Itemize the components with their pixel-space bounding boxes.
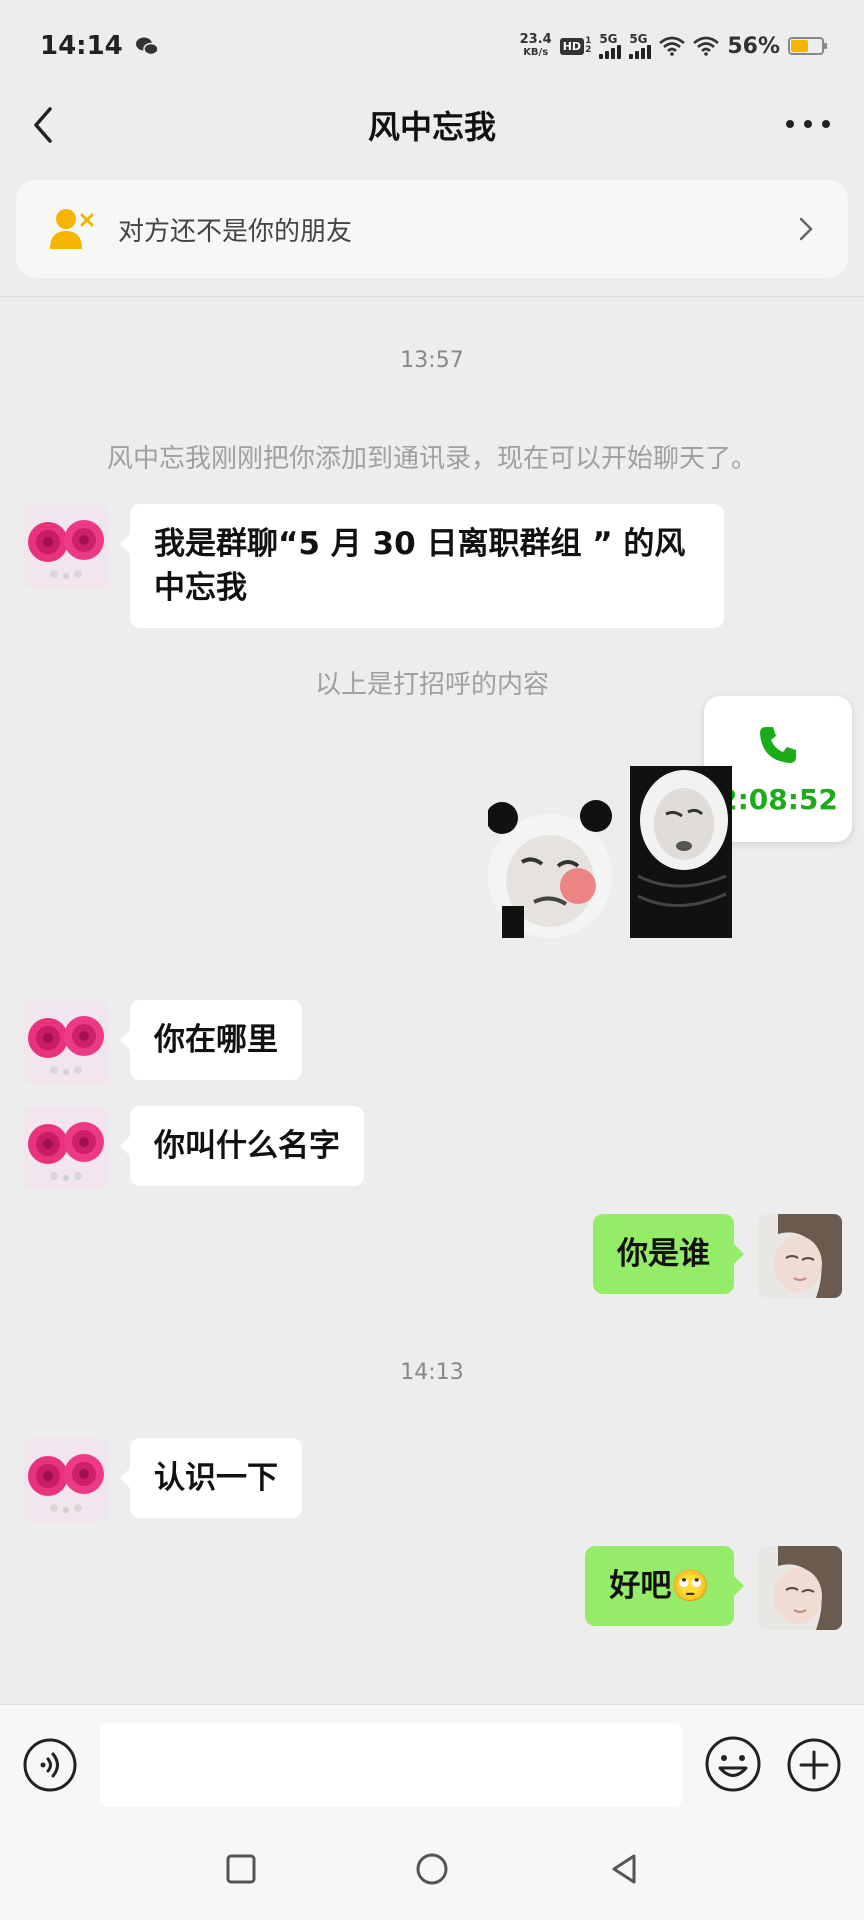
battery-icon [788,37,827,55]
voice-input-button[interactable] [22,1737,78,1793]
more-actions-button[interactable] [786,1737,842,1793]
phone-icon [760,726,796,763]
more-button[interactable] [780,106,836,142]
rose-avatar-image [24,1438,108,1522]
eye-roll-emoji: 🙄 [671,1568,710,1604]
recent-apps-button[interactable] [226,1854,256,1884]
message-bubble-where[interactable]: 你在哪里 [120,1000,302,1080]
status-right: 23.4 KB/s HD 12 5G 5G 56% [519,32,827,59]
message-input[interactable] [100,1723,682,1807]
net-speed: 23.4 KB/s [519,32,552,58]
wifi-icon-2 [693,36,720,56]
contact-avatar[interactable] [24,504,108,588]
chevron-left-icon [34,107,52,143]
rose-avatar-image [24,1000,108,1084]
triangle-back-icon [612,1854,636,1884]
status-bar: 14:14 23.4 KB/s HD 12 5G 5G 56% [0,0,864,92]
my-avatar[interactable] [758,1546,842,1630]
message-bubble-name[interactable]: 你叫什么名字 [120,1106,364,1186]
input-bar [0,1704,864,1824]
call-duration: 2:08:52 [718,782,838,816]
message-bubble-who[interactable]: 你是谁 [593,1214,744,1294]
panda-meme-image [486,766,732,938]
rose-avatar-image [24,504,108,588]
notice-divider [0,296,864,297]
my-avatar[interactable] [758,1214,842,1298]
plus-icon [787,1738,841,1792]
system-back-button[interactable] [608,1852,640,1886]
chat-title: 风中忘我 [367,108,496,146]
meme-sticker[interactable] [486,766,732,938]
smiley-icon [705,1736,761,1792]
system-navigation-bar [0,1824,864,1920]
timestamp: 13:57 [400,348,464,373]
emoji-button[interactable] [704,1735,762,1793]
more-dot [786,120,794,128]
message-bubble-meet[interactable]: 认识一下 [120,1438,302,1518]
voice-icon [23,1738,77,1792]
signal-icon: 5G [599,33,622,59]
battery-fill [791,40,808,52]
contact-avatar[interactable] [24,1000,108,1084]
square-icon [226,1854,256,1884]
more-dot [804,120,812,128]
message-bubble-greeting[interactable]: 我是群聊“5 月 30 日离职群组 ” 的风 中忘我 [120,504,724,628]
chevron-right-icon [799,217,813,241]
home-button[interactable] [415,1852,449,1886]
status-left: 14:14 [40,31,159,61]
battery-percent: 56% [727,33,780,59]
timestamp: 14:13 [400,1360,464,1385]
nav-bar: 风中忘我 [0,92,864,158]
more-dot [822,120,830,128]
self-avatar-image [758,1214,842,1298]
add-friend-icon [50,209,94,249]
message-bubble-ok[interactable]: 好吧🙄 [585,1546,744,1626]
status-time: 14:14 [40,31,123,61]
system-message: 风中忘我刚刚把你添加到通讯录，现在可以开始聊天了。 [106,444,757,474]
hd-icon: HD 12 [559,37,591,55]
not-friend-text: 对方还不是你的朋友 [118,216,353,247]
back-button[interactable] [28,100,76,150]
not-friend-notice[interactable]: 对方还不是你的朋友 [16,180,848,278]
rose-avatar-image [24,1106,108,1190]
contact-avatar[interactable] [24,1106,108,1190]
circle-icon [416,1853,448,1885]
wifi-icon [659,36,686,56]
contact-avatar[interactable] [24,1438,108,1522]
self-avatar-image [758,1546,842,1630]
wechat-notification-icon [135,37,159,56]
signal-icon-2: 5G [629,33,652,59]
